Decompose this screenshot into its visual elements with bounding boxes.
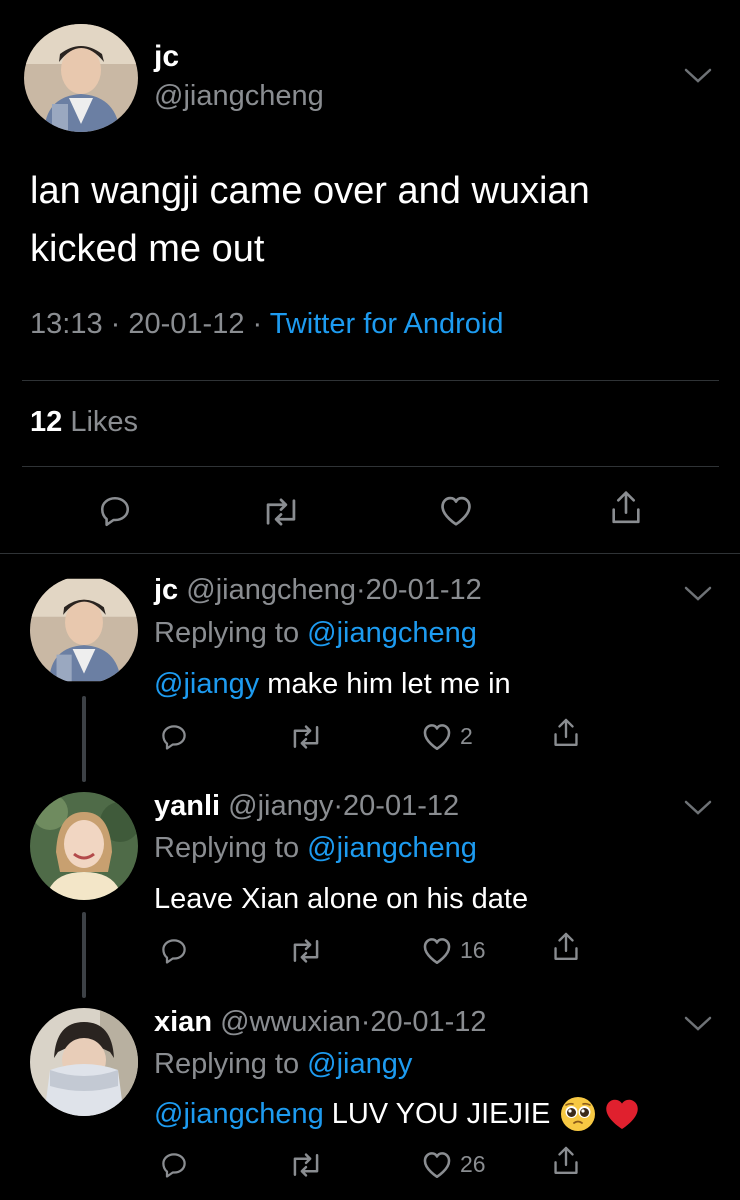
heart-icon xyxy=(420,720,454,752)
reply-date: 20-01-12 xyxy=(343,790,460,822)
like-button[interactable] xyxy=(437,492,475,528)
reply-icon xyxy=(162,725,186,750)
chevron-down-icon[interactable] xyxy=(683,584,713,604)
display-name[interactable]: xian xyxy=(154,1006,212,1038)
like-button[interactable]: 2 xyxy=(420,720,473,752)
reply-icon xyxy=(162,939,186,964)
retweet-button[interactable] xyxy=(288,723,324,751)
meta-separator: · xyxy=(110,308,121,340)
handle[interactable]: @jiangcheng xyxy=(154,80,324,113)
reply-text: @jiangcheng LUV YOU JIEJIE xyxy=(154,1096,640,1132)
mention-link[interactable]: @jiangy xyxy=(154,668,259,700)
divider xyxy=(22,380,719,381)
tweet-text-line2: kicked me out xyxy=(30,228,265,270)
share-icon xyxy=(554,718,578,746)
likes-count: 12 xyxy=(30,406,63,438)
chevron-down-icon[interactable] xyxy=(683,1014,713,1034)
tweet-text: lan wangji came over and wuxian kicked m… xyxy=(30,162,590,278)
tweet-text-line1: lan wangji came over and wuxian xyxy=(30,170,590,212)
handle[interactable]: @jiangy xyxy=(228,790,333,822)
replying-to-link[interactable]: @jiangcheng xyxy=(307,617,477,649)
share-button[interactable] xyxy=(607,488,645,528)
reply-body: make him let me in xyxy=(267,668,511,700)
avatar-image xyxy=(24,24,138,132)
meta-separator: · xyxy=(333,790,344,822)
replying-to: Replying to @jiangcheng xyxy=(154,832,477,865)
pleading-face-icon xyxy=(560,1096,596,1132)
reply-body: LUV YOU JIEJIE xyxy=(331,1097,551,1130)
replying-to: Replying to @jiangcheng xyxy=(154,617,477,650)
tweet-time: 13:13 xyxy=(30,308,103,340)
reply-header: yanli @jiangy·20-01-12 xyxy=(154,790,459,823)
likes-label: Likes xyxy=(70,406,139,438)
handle[interactable]: @jiangcheng xyxy=(186,574,356,606)
replying-prefix: Replying to xyxy=(154,1048,300,1080)
reply-text: @jiangy make him let me in xyxy=(154,668,511,701)
reply-date: 20-01-12 xyxy=(365,574,482,606)
retweet-button[interactable] xyxy=(288,1151,324,1179)
avatar-image xyxy=(30,578,138,682)
share-button[interactable] xyxy=(550,930,582,964)
meta-separator: · xyxy=(360,1006,371,1038)
heart-icon xyxy=(420,934,454,966)
retweet-icon xyxy=(293,939,319,963)
reply-icon xyxy=(100,496,130,527)
replying-to: Replying to @jiangy xyxy=(154,1048,412,1081)
share-icon xyxy=(612,491,640,524)
share-icon xyxy=(554,1146,578,1174)
red-heart-icon xyxy=(604,1097,640,1131)
handle[interactable]: @wwuxian xyxy=(220,1006,361,1038)
divider xyxy=(0,553,740,554)
like-count: 2 xyxy=(460,722,473,749)
avatar-xian[interactable] xyxy=(30,1008,138,1116)
retweet-button[interactable] xyxy=(260,495,302,529)
tweet-date: 20-01-12 xyxy=(128,308,245,340)
like-button[interactable]: 26 xyxy=(420,1148,486,1180)
like-count: 26 xyxy=(460,1150,486,1177)
thread-line xyxy=(82,696,86,782)
heart-icon xyxy=(420,1148,454,1180)
avatar-image xyxy=(30,1008,138,1116)
replying-prefix: Replying to xyxy=(154,832,300,864)
thread-line xyxy=(82,912,86,998)
heart-icon xyxy=(441,496,471,526)
meta-separator: · xyxy=(355,574,366,606)
retweet-icon xyxy=(266,498,296,526)
like-button[interactable]: 16 xyxy=(420,934,486,966)
avatar-image xyxy=(30,792,138,900)
replying-to-link[interactable]: @jiangcheng xyxy=(307,832,477,864)
replying-to-link[interactable]: @jiangy xyxy=(307,1048,412,1080)
reply-button[interactable] xyxy=(158,936,190,966)
chevron-down-icon[interactable] xyxy=(683,798,713,818)
retweet-icon xyxy=(293,1153,319,1177)
like-count: 16 xyxy=(460,936,486,963)
avatar-jc[interactable] xyxy=(30,576,138,684)
reply-button[interactable] xyxy=(158,722,190,752)
tweet-meta: 13:13 · 20-01-12 · Twitter for Android xyxy=(30,308,503,341)
share-icon xyxy=(554,932,578,960)
avatar-yanli[interactable] xyxy=(30,792,138,900)
avatar-jc[interactable] xyxy=(24,24,138,132)
display-name[interactable]: yanli xyxy=(154,790,220,822)
reply-header: xian @wwuxian·20-01-12 xyxy=(154,1006,487,1039)
reply-button[interactable] xyxy=(96,493,134,529)
display-name[interactable]: jc xyxy=(154,40,179,74)
reply-header: jc @jiangcheng·20-01-12 xyxy=(154,574,482,607)
retweet-button[interactable] xyxy=(288,937,324,965)
mention-link[interactable]: @jiangcheng xyxy=(154,1098,324,1131)
replying-prefix: Replying to xyxy=(154,617,300,649)
reply-icon xyxy=(162,1153,186,1178)
retweet-icon xyxy=(293,725,319,749)
display-name[interactable]: jc xyxy=(154,574,178,606)
reply-date: 20-01-12 xyxy=(370,1006,487,1038)
meta-separator: · xyxy=(252,308,263,340)
divider xyxy=(22,466,719,467)
reply-body: Leave Xian alone on his date xyxy=(154,883,529,915)
chevron-down-icon[interactable] xyxy=(683,66,713,86)
reply-button[interactable] xyxy=(158,1150,190,1180)
likes-summary[interactable]: 12 Likes xyxy=(30,406,138,439)
tweet-source-link[interactable]: Twitter for Android xyxy=(270,308,504,340)
share-button[interactable] xyxy=(550,1144,582,1178)
share-button[interactable] xyxy=(550,716,582,750)
